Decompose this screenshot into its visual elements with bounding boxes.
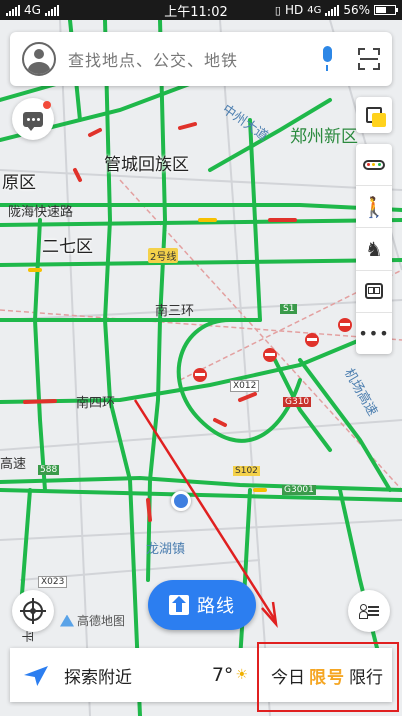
label-line2: 2号线 (148, 248, 179, 263)
sun-icon: ☀ (235, 667, 248, 683)
battery-percent: 56% (343, 3, 370, 17)
amap-logo-icon (60, 614, 74, 627)
label-erqi: 二七区 (42, 237, 93, 257)
navigation-arrow-icon (24, 664, 46, 686)
turn-arrow-icon (169, 595, 189, 615)
more-button[interactable]: ••• (356, 313, 392, 354)
layers-button[interactable] (356, 97, 392, 133)
vibrate-icon: ▯ (274, 3, 281, 17)
label-x012: X012 (230, 380, 260, 392)
bus-icon (365, 283, 383, 300)
network-type-right: 4G (307, 4, 322, 16)
route-button-label: 路线 (197, 596, 235, 617)
message-button[interactable] (12, 98, 54, 140)
person-icon (359, 604, 368, 619)
more-icon: ••• (358, 323, 390, 343)
label-s1: S1 (280, 304, 298, 314)
label-kuaisu: 高速 (0, 457, 27, 472)
traffic-toggle-button[interactable] (356, 144, 392, 187)
avatar-icon[interactable] (22, 42, 56, 76)
label-s102: S102 (233, 466, 260, 476)
search-input[interactable]: 查找地点、公交、地铁 (68, 47, 318, 71)
message-icon (23, 111, 43, 131)
label-nansanhuan: 南三环 (155, 304, 195, 319)
route-button[interactable]: 路线 (148, 580, 256, 630)
locate-button[interactable] (12, 590, 54, 632)
label-g3001: G3001 (282, 485, 316, 495)
label-zhengzhou-new-district: 郑州新区 (290, 127, 358, 147)
amap-logo: 高德地图 (60, 612, 125, 629)
label-longhu: 龙湖镇 (146, 542, 186, 557)
label-x023: X023 (38, 576, 68, 588)
crosshair-icon (20, 598, 46, 624)
explore-nearby-label: 探索附近 (64, 667, 132, 688)
walk-button[interactable]: 🚶 (356, 186, 392, 229)
label-g310: G310 (283, 397, 312, 407)
annotation-highlight-box (257, 642, 399, 712)
horse-button[interactable]: ♞ (356, 228, 392, 271)
hd-badge: HD (284, 3, 304, 17)
microphone-icon[interactable] (318, 46, 336, 72)
signal-icon-3 (325, 4, 340, 16)
search-bar[interactable]: 查找地点、公交、地铁 (10, 32, 392, 86)
current-location-marker (171, 491, 191, 511)
label-yuanqu: 原区 (2, 173, 36, 193)
profile-list-button[interactable] (348, 590, 390, 632)
horse-icon: ♞ (365, 237, 383, 261)
explore-nearby-button[interactable]: 探索附近 7° ☀ (10, 663, 258, 688)
scan-icon[interactable] (358, 48, 380, 70)
clock: 上午11:02 (164, 4, 228, 20)
notification-dot (43, 101, 51, 109)
walking-person-icon: 🚶 (361, 194, 387, 219)
bus-button[interactable] (356, 271, 392, 313)
layers-icon (366, 107, 386, 127)
traffic-light-icon (363, 159, 385, 170)
label-g588: 588 (38, 465, 60, 475)
list-icon (368, 606, 379, 616)
signal-icon (6, 4, 20, 16)
amap-logo-text: 高德地图 (77, 614, 126, 628)
temperature: 7° (211, 664, 234, 686)
map-tools-panel: 🚶 ♞ ••• (356, 144, 392, 354)
network-type: 4G (24, 3, 41, 17)
battery-icon (374, 5, 398, 15)
label-longhai-expressway: 陇海快速路 (8, 205, 74, 220)
label-nansihuan: 南四环 (76, 396, 116, 411)
label-guancheng: 管城回族区 (104, 155, 189, 175)
weather-widget[interactable]: 7° ☀ (212, 664, 258, 686)
signal-icon-2 (44, 4, 59, 16)
status-bar: 4G 上午11:02 ▯ HD 4G 56% (0, 0, 402, 20)
